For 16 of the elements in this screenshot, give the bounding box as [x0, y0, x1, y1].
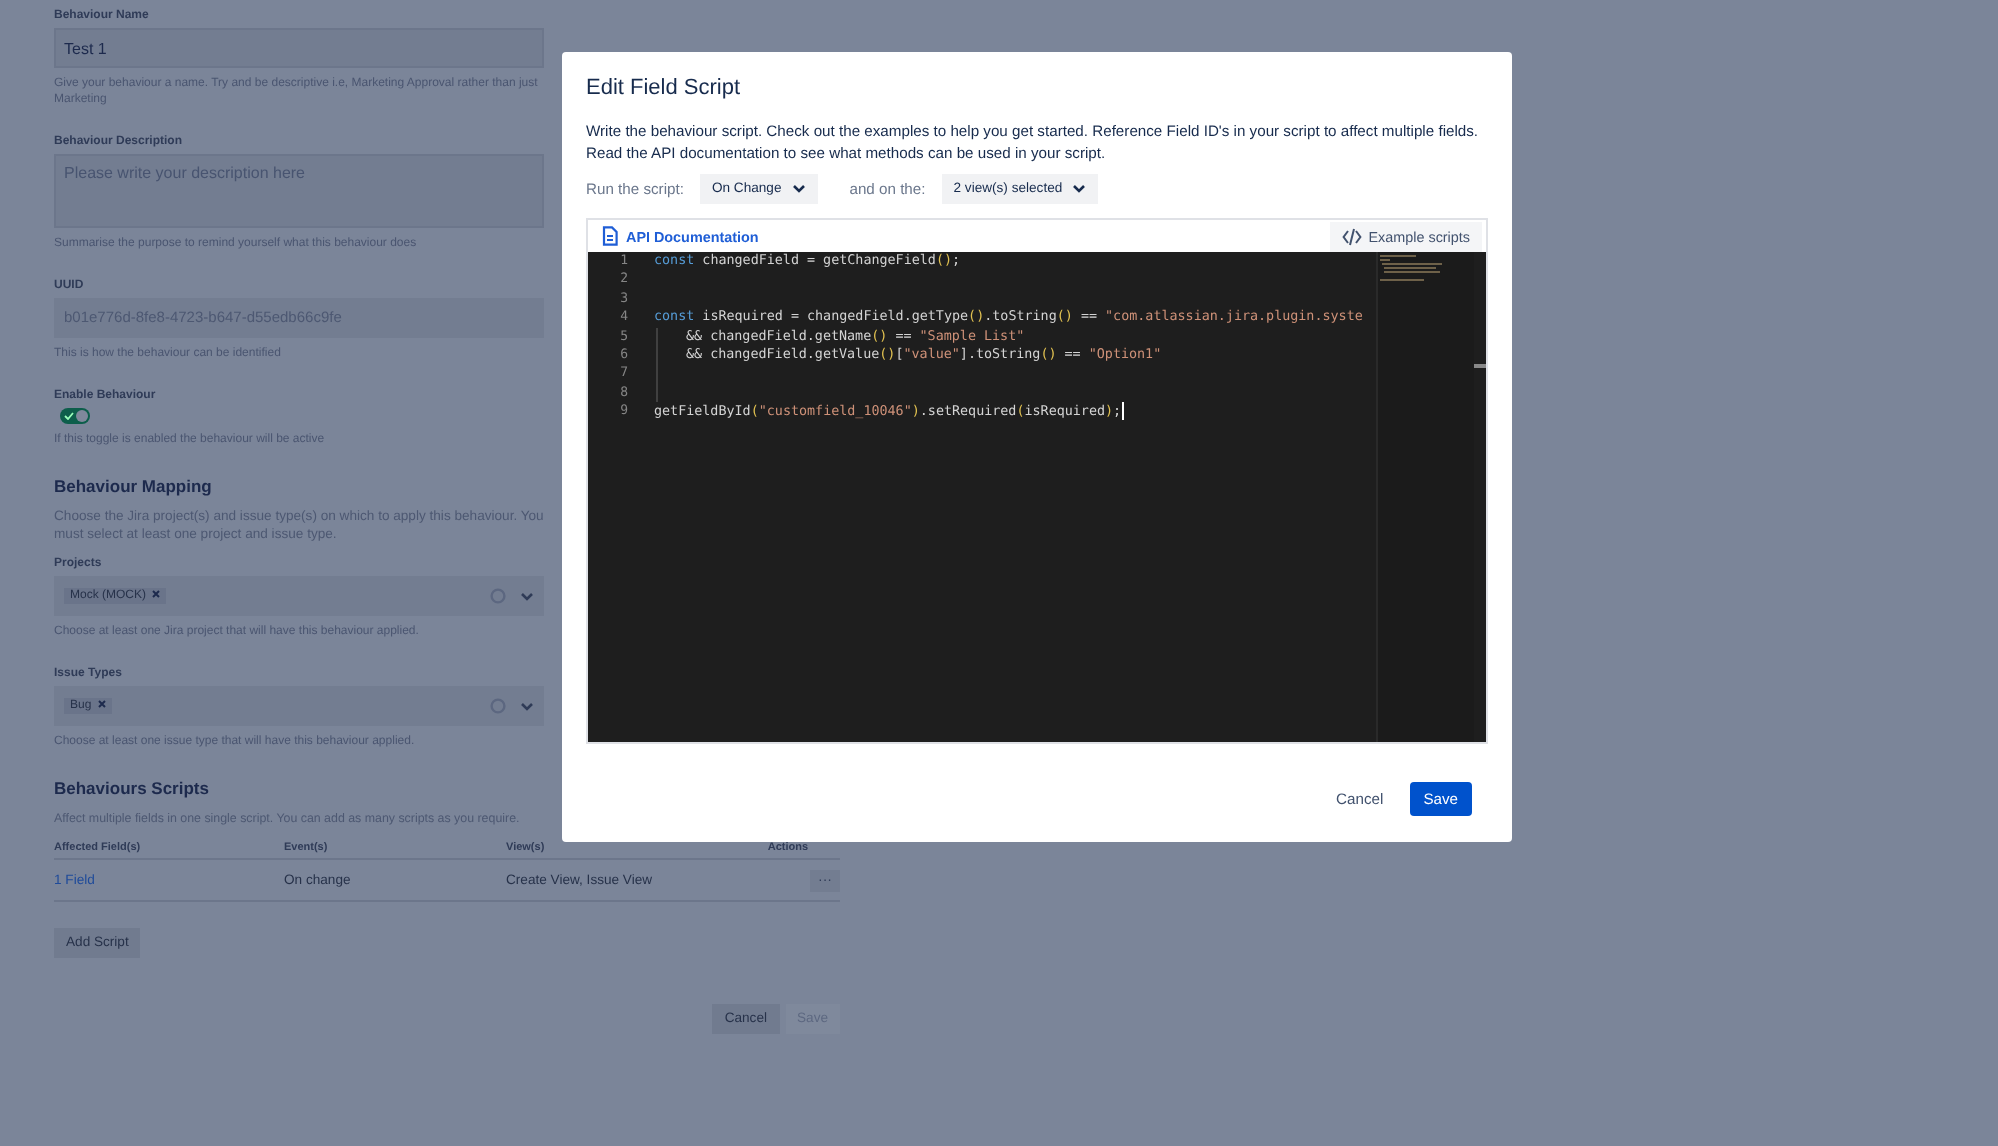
check-icon [64, 412, 74, 420]
chevron-down-icon [791, 184, 806, 194]
enable-toggle[interactable] [60, 408, 90, 424]
name-input[interactable]: Test 1 [54, 28, 544, 68]
code-editor[interactable] [588, 252, 1486, 742]
code-icon [1342, 227, 1363, 245]
chevron-down-icon[interactable] [520, 591, 534, 601]
remove-icon[interactable] [152, 590, 160, 602]
chevron-down-icon [1072, 184, 1087, 194]
section-heading: Behaviours Scripts [54, 778, 211, 798]
dialog-title: Edit Field Script [586, 76, 743, 100]
section-heading: Behaviour Mapping [54, 476, 214, 496]
document-icon [602, 226, 618, 246]
chevron-down-icon[interactable] [520, 701, 534, 711]
scrollbar-thumb[interactable] [1474, 364, 1486, 368]
remove-icon[interactable] [97, 700, 106, 712]
